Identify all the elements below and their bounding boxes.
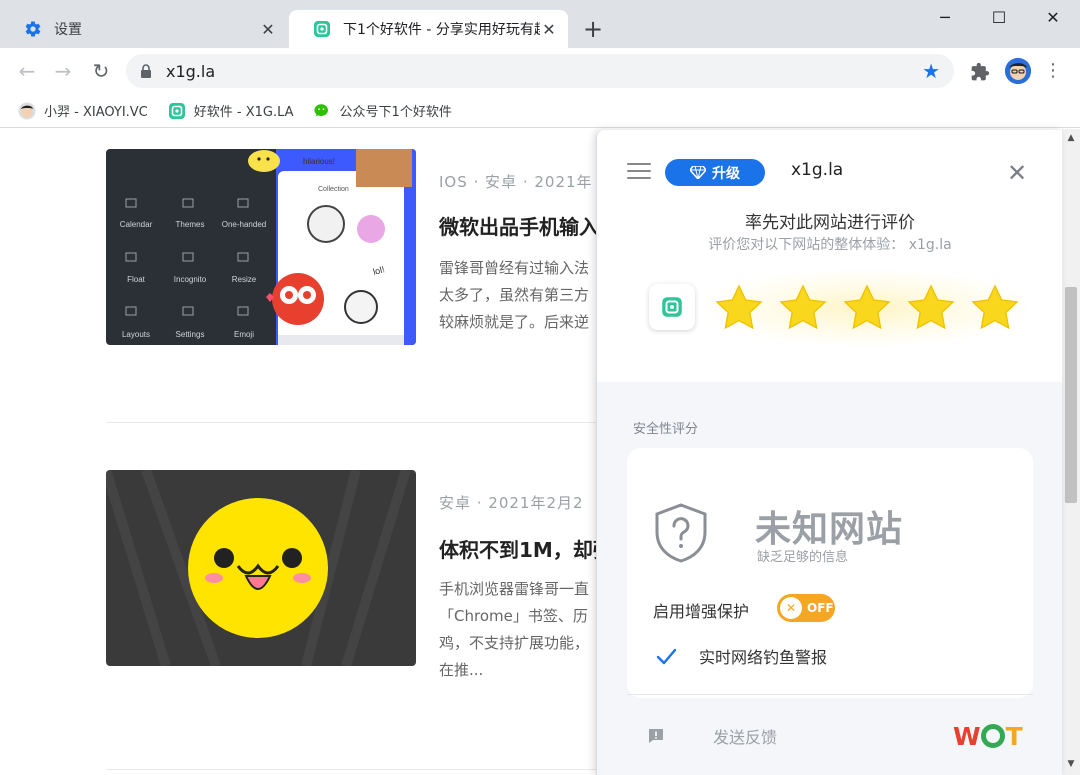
article-thumbnail[interactable] bbox=[106, 470, 416, 666]
sticker-caption: Collection bbox=[318, 186, 349, 193]
address-bar[interactable]: x1g.la ★ bbox=[126, 54, 954, 88]
card-divider bbox=[627, 694, 1033, 695]
send-feedback-link[interactable]: 发送反馈 bbox=[713, 724, 777, 748]
safety-verdict-subtitle: 缺乏足够的信息 bbox=[757, 550, 849, 565]
protection-toggle[interactable]: ✕ OFF bbox=[777, 594, 835, 622]
site-icon bbox=[168, 102, 186, 120]
article-meta: 安卓 · 2021年2月2 bbox=[439, 494, 584, 512]
star-icon[interactable] bbox=[905, 282, 957, 334]
gear-icon bbox=[24, 20, 42, 38]
minimize-button[interactable]: ─ bbox=[918, 0, 972, 36]
article-meta: IOS · 安卓 · 2021年 bbox=[439, 173, 593, 191]
keyboard-tile-label: Emoji bbox=[234, 330, 254, 339]
tab-title: 下1个好软件 - 分享实用好玩有趣 bbox=[343, 22, 540, 38]
safety-verdict: 未知网站 bbox=[755, 509, 904, 550]
scrollbar-thumb[interactable] bbox=[1065, 287, 1077, 503]
new-tab-button[interactable]: + bbox=[580, 16, 606, 42]
star-icon[interactable] bbox=[713, 282, 765, 334]
checkmark-icon bbox=[656, 648, 677, 665]
bookmark-xiaoyi[interactable]: 小羿 - XIAOYI.VC bbox=[18, 101, 148, 120]
article-title[interactable]: 体积不到1M，却强 bbox=[439, 534, 613, 563]
tab-strip: 设置 ✕ 下1个好软件 - 分享实用好玩有趣 ✕ + ─ ☐ ✕ bbox=[0, 0, 1080, 48]
tab-x1g[interactable]: 下1个好软件 - 分享实用好玩有趣 ✕ bbox=[289, 10, 568, 48]
phishing-alert-label: 实时网络钓鱼警报 bbox=[699, 648, 828, 667]
close-tab-icon[interactable]: ✕ bbox=[540, 20, 558, 39]
bookmark-label: 公众号下1个好软件 bbox=[339, 105, 452, 120]
tab-settings[interactable]: 设置 ✕ bbox=[0, 10, 287, 48]
keyboard-tile-label: One-handed bbox=[222, 220, 266, 229]
popup-domain: x1g.la bbox=[791, 160, 844, 180]
bookmark-label: 好软件 - X1G.LA bbox=[193, 105, 294, 120]
upgrade-label: 升级 bbox=[712, 165, 740, 182]
protection-label: 启用增强保护 bbox=[653, 602, 750, 621]
star-icon[interactable] bbox=[841, 282, 893, 334]
shield-question-icon bbox=[655, 503, 707, 563]
close-tab-icon[interactable]: ✕ bbox=[259, 20, 277, 39]
bookmark-star-icon[interactable]: ★ bbox=[922, 59, 940, 83]
rate-subtitle: 评价您对以下网站的整体体验： x1g.la bbox=[708, 237, 952, 253]
popup-header-section: 升级 x1g.la ✕ 率先对此网站进行评价 评价您对以下网站的整体体验： x1… bbox=[597, 130, 1062, 382]
site-favicon-icon bbox=[313, 20, 331, 38]
diamond-icon bbox=[690, 166, 706, 179]
keyboard-tile-label: Layouts bbox=[122, 330, 150, 339]
wot-extension-popup: 升级 x1g.la ✕ 率先对此网站进行评价 评价您对以下网站的整体体验： x1… bbox=[596, 130, 1062, 775]
safety-card: 未知网站 缺乏足够的信息 启用增强保护 ✕ OFF 实时网络钓鱼警报 bbox=[627, 448, 1033, 698]
rate-title: 率先对此网站进行评价 bbox=[745, 213, 915, 233]
wot-o-ring-icon bbox=[980, 724, 1005, 748]
scroll-down-icon[interactable]: ▼ bbox=[1062, 759, 1080, 769]
back-button[interactable]: ← bbox=[14, 58, 40, 84]
scroll-up-icon[interactable]: ▲ bbox=[1062, 133, 1080, 143]
keyboard-tile-label: Calendar bbox=[120, 220, 153, 229]
upgrade-button[interactable]: 升级 bbox=[665, 159, 765, 186]
popup-footer: 发送反馈 W T bbox=[597, 710, 1062, 775]
keyboard-tile-label: Settings bbox=[176, 330, 205, 339]
tab-title: 设置 bbox=[54, 22, 82, 38]
lock-icon[interactable] bbox=[140, 64, 156, 78]
hamburger-menu-icon[interactable] bbox=[627, 163, 651, 181]
profile-avatar-icon[interactable] bbox=[1005, 58, 1031, 84]
wot-logo[interactable]: W T bbox=[953, 720, 1023, 752]
bookmark-wechat[interactable]: 公众号下1个好软件 bbox=[313, 101, 452, 120]
article-thumbnail[interactable]: Calendar Themes One-handed Float Incogni… bbox=[106, 149, 416, 345]
toggle-label: OFF bbox=[807, 601, 834, 615]
bookmark-label: 小羿 - XIAOYI.VC bbox=[44, 105, 148, 120]
wechat-icon bbox=[313, 102, 332, 120]
bookmark-x1g[interactable]: 好软件 - X1G.LA bbox=[168, 101, 294, 120]
star-icon[interactable] bbox=[777, 282, 829, 334]
article-title[interactable]: 微软出品手机输入法 bbox=[439, 211, 619, 240]
bookmarks-bar: 小羿 - XIAOYI.VC 好软件 - X1G.LA 公众号下1个好软件 bbox=[0, 94, 1080, 128]
keyboard-tile-label: Float bbox=[127, 275, 146, 284]
close-icon[interactable]: ✕ bbox=[1007, 161, 1027, 185]
reload-button[interactable]: ↻ bbox=[88, 58, 114, 84]
page-scrollbar[interactable]: ▲ ▼ bbox=[1062, 129, 1080, 775]
url-text[interactable]: x1g.la bbox=[166, 62, 922, 81]
browser-menu-icon[interactable]: ⋮ bbox=[1043, 60, 1063, 82]
keyboard-tile-label: Themes bbox=[176, 220, 205, 229]
site-logo-icon bbox=[649, 284, 695, 330]
section-label: 安全性评分 bbox=[633, 422, 699, 437]
avatar-icon bbox=[18, 102, 36, 120]
extensions-puzzle-icon[interactable] bbox=[968, 60, 992, 84]
star-icon[interactable] bbox=[969, 282, 1021, 334]
toggle-off-icon: ✕ bbox=[780, 597, 802, 619]
forward-button[interactable]: → bbox=[50, 58, 76, 84]
star-rating[interactable] bbox=[707, 270, 1027, 346]
sticker-caption: hilarious! bbox=[303, 157, 335, 166]
feedback-icon[interactable] bbox=[647, 727, 665, 745]
keyboard-tile-label: Resize bbox=[232, 275, 257, 284]
browser-toolbar: ← → ↻ x1g.la ★ bbox=[0, 48, 1080, 94]
maximize-button[interactable]: ☐ bbox=[972, 0, 1026, 36]
keyboard-tile-label: Incognito bbox=[174, 275, 207, 284]
close-window-button[interactable]: ✕ bbox=[1026, 0, 1080, 36]
